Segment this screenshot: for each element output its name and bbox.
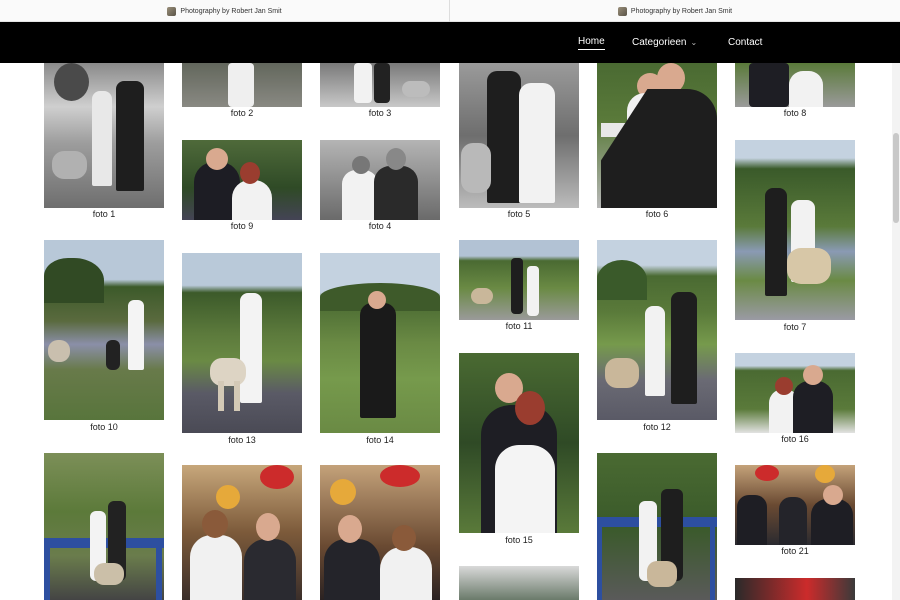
gallery-item-foto-18[interactable]: [182, 465, 302, 600]
photo-caption: foto 11: [505, 321, 533, 331]
gallery-item-foto-7[interactable]: foto 7: [735, 140, 855, 336]
photo[interactable]: [459, 63, 579, 208]
photo[interactable]: [44, 453, 164, 600]
photo[interactable]: [459, 240, 579, 320]
window-title-right: Photography by Robert Jan Smit: [450, 0, 900, 22]
photo-caption: foto 14: [366, 435, 394, 445]
gallery-item-foto-4[interactable]: foto 4: [320, 140, 440, 234]
gallery-item-foto-5[interactable]: foto 5: [459, 63, 579, 221]
photo[interactable]: [320, 253, 440, 433]
photo[interactable]: [320, 465, 440, 600]
scrollbar-thumb[interactable]: [893, 133, 899, 223]
window-title-left: Photography by Robert Jan Smit: [0, 0, 450, 22]
photo-caption: foto 13: [228, 435, 256, 445]
gallery-item-foto-8[interactable]: foto 8: [735, 63, 855, 120]
photo[interactable]: [597, 63, 717, 208]
photo[interactable]: [44, 63, 164, 208]
gallery-item-foto-9[interactable]: foto 9: [182, 140, 302, 234]
nav-categories-label: Categorieen: [632, 37, 687, 48]
gallery-item-foto-23[interactable]: [735, 578, 855, 600]
photo[interactable]: [182, 63, 302, 107]
chevron-down-icon: ⌄: [690, 38, 698, 47]
gallery-item-foto-1[interactable]: foto 1: [44, 63, 164, 221]
page-scrollbar[interactable]: [892, 63, 900, 600]
photo[interactable]: [735, 63, 855, 107]
photo-caption: foto 16: [781, 434, 809, 444]
photo[interactable]: [182, 253, 302, 433]
gallery-item-foto-19[interactable]: [320, 465, 440, 600]
photo[interactable]: [735, 578, 855, 600]
photo-caption: foto 2: [230, 108, 254, 118]
site-favicon-icon: [167, 6, 177, 16]
photo[interactable]: [735, 465, 855, 545]
gallery-item-foto-3[interactable]: foto 3: [320, 63, 440, 120]
photo-caption: foto 12: [643, 422, 671, 432]
gallery-item-foto-15[interactable]: foto 15: [459, 353, 579, 547]
photo[interactable]: [44, 240, 164, 420]
window-title-text: Photography by Robert Jan Smit: [180, 7, 282, 15]
nav-home-label: Home: [578, 36, 605, 50]
photo[interactable]: [459, 566, 579, 600]
photo-caption: foto 21: [781, 546, 809, 556]
main-navbar: Home Categorieen ⌄ Contact: [0, 22, 900, 63]
photo-caption: foto 9: [230, 221, 254, 231]
nav-contact[interactable]: Contact: [728, 22, 762, 63]
gallery-item-foto-10[interactable]: foto 10: [44, 240, 164, 438]
photo-caption: foto 15: [505, 535, 533, 545]
gallery-item-foto-22[interactable]: [597, 453, 717, 600]
gallery-item-foto-11[interactable]: foto 11: [459, 240, 579, 335]
gallery-item-foto-14[interactable]: foto 14: [320, 253, 440, 450]
nav-categories[interactable]: Categorieen ⌄: [632, 22, 697, 63]
window-title-strip: Photography by Robert Jan Smit Photograp…: [0, 0, 900, 22]
gallery-item-foto-17[interactable]: [44, 453, 164, 600]
photo-caption: foto 5: [507, 209, 531, 219]
nav-home[interactable]: Home: [578, 22, 605, 63]
gallery-item-foto-20[interactable]: [459, 566, 579, 600]
photo[interactable]: [320, 140, 440, 220]
photo-caption: foto 7: [783, 322, 807, 332]
gallery-item-foto-2[interactable]: foto 2: [182, 63, 302, 120]
photo[interactable]: [597, 453, 717, 600]
photo-caption: foto 4: [368, 221, 392, 231]
site-favicon-icon: [617, 6, 627, 16]
gallery-item-foto-12[interactable]: foto 12: [597, 240, 717, 438]
photo[interactable]: [735, 353, 855, 433]
photo[interactable]: [182, 465, 302, 600]
photo[interactable]: [597, 240, 717, 420]
gallery-item-foto-6[interactable]: foto 6: [597, 63, 717, 221]
photo-gallery: foto 1 foto 10 foto 2 foto 9 foto 13 fot…: [0, 63, 900, 600]
gallery-item-foto-16[interactable]: foto 16: [735, 353, 855, 449]
gallery-item-foto-21[interactable]: foto 21: [735, 465, 855, 561]
photo-caption: foto 8: [783, 108, 807, 118]
photo[interactable]: [320, 63, 440, 107]
photo-caption: foto 10: [90, 422, 118, 432]
window-title-text: Photography by Robert Jan Smit: [630, 7, 733, 15]
nav-contact-label: Contact: [728, 37, 763, 48]
photo[interactable]: [182, 140, 302, 220]
gallery-item-foto-13[interactable]: foto 13: [182, 253, 302, 450]
photo-caption: foto 6: [645, 209, 669, 219]
photo-caption: foto 1: [92, 209, 116, 219]
photo-caption: foto 3: [368, 108, 392, 118]
photo[interactable]: [735, 140, 855, 320]
photo[interactable]: [459, 353, 579, 533]
